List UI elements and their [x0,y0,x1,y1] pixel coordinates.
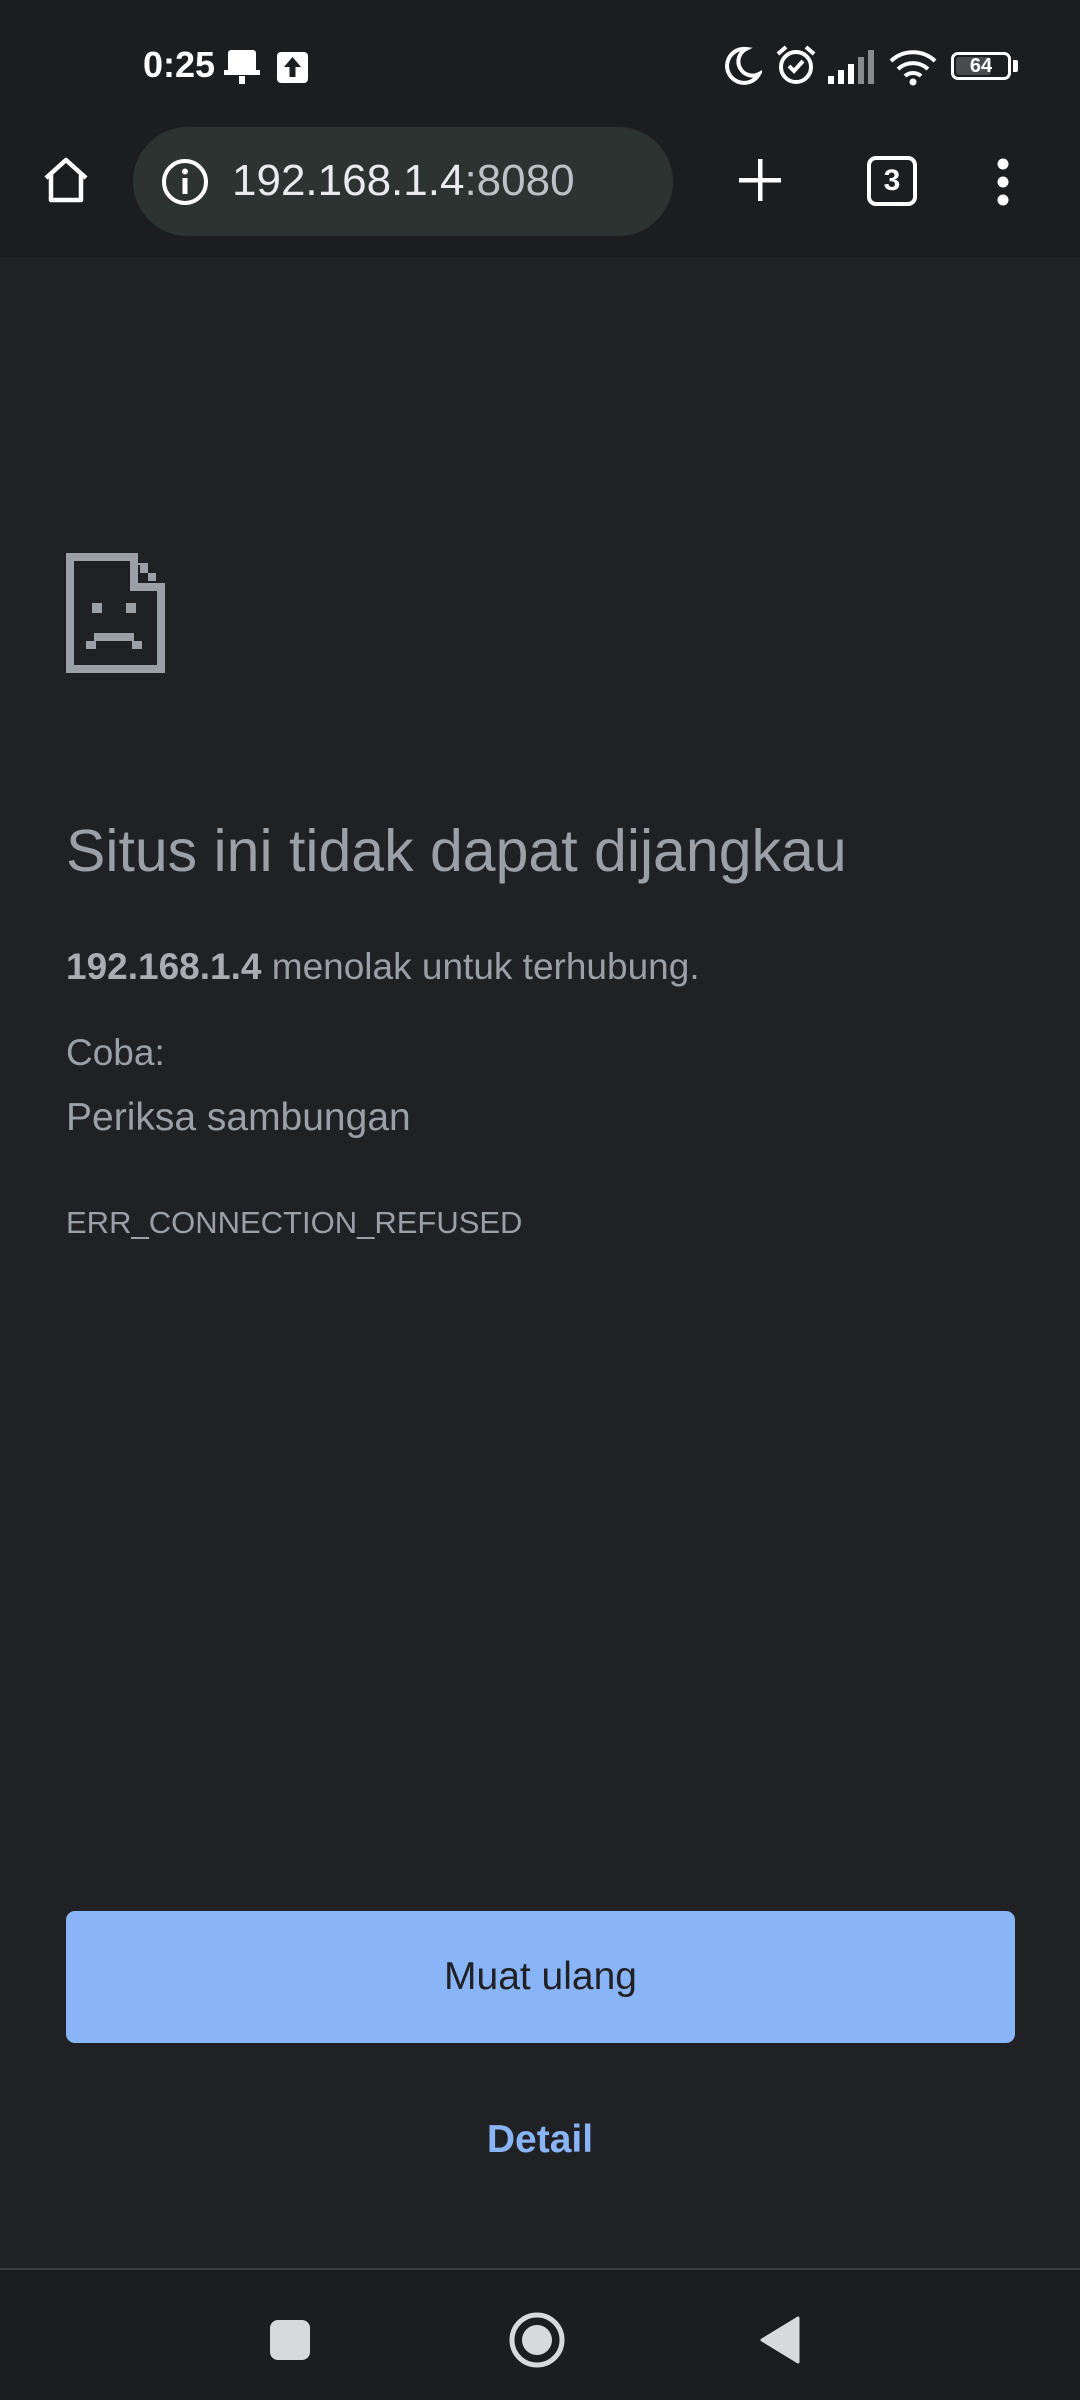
tab-switcher-button[interactable]: 3 [867,156,917,206]
suggestion-check-connection: Periksa sambungan [66,1096,411,1139]
alarm-icon [776,45,816,84]
error-host: 192.168.1.4 [66,946,262,987]
back-triangle-icon [760,2316,800,2364]
do-not-disturb-moon-icon [725,46,762,85]
tab-count: 3 [883,164,901,197]
url-text: 192.168.1.4:8080 [232,155,575,207]
url-host: 192.168.1.4 [232,156,465,205]
notification-bell-icon [224,50,260,84]
signal-icon [828,50,874,84]
recents-square-icon [270,2320,310,2360]
sad-page-icon [66,553,165,673]
status-bar: 0:25 64 [0,0,1080,125]
error-title: Situs ini tidak dapat dijangkau [66,818,847,884]
home-icon [44,157,88,203]
new-tab-button[interactable] [735,155,785,205]
overflow-menu-button[interactable] [983,150,1023,214]
url-port: :8080 [464,156,575,205]
error-code: ERR_CONNECTION_REFUSED [66,1205,523,1240]
battery-level: 64 [969,55,993,77]
back-button[interactable] [750,2308,810,2372]
battery-tip [1013,60,1018,72]
details-button[interactable]: Detail [0,2110,1080,2170]
new-tab-plus-icon [739,159,781,201]
nav-home-button[interactable] [502,2305,572,2375]
status-time: 0:25 [143,44,216,85]
system-nav-bar [0,2270,1080,2400]
site-info-icon[interactable] [160,157,210,207]
upload-icon [277,52,308,83]
try-label: Coba: [66,1032,165,1073]
battery-icon: 64 [951,52,1011,80]
wifi-icon [889,50,937,86]
address-bar[interactable]: 192.168.1.4:8080 [133,127,673,236]
recents-button[interactable] [260,2310,320,2370]
error-description-text: menolak untuk terhubung. [261,946,700,987]
overflow-menu-icon [997,158,1009,206]
home-button[interactable] [36,150,96,210]
error-description: 192.168.1.4 menolak untuk terhubung. [66,940,700,994]
reload-button[interactable]: Muat ulang [66,1911,1015,2043]
browser-screen: 0:25 64 192.168.1.4:8080 3 Situs ini tid… [0,0,1080,2400]
home-circle-icon [509,2312,565,2368]
